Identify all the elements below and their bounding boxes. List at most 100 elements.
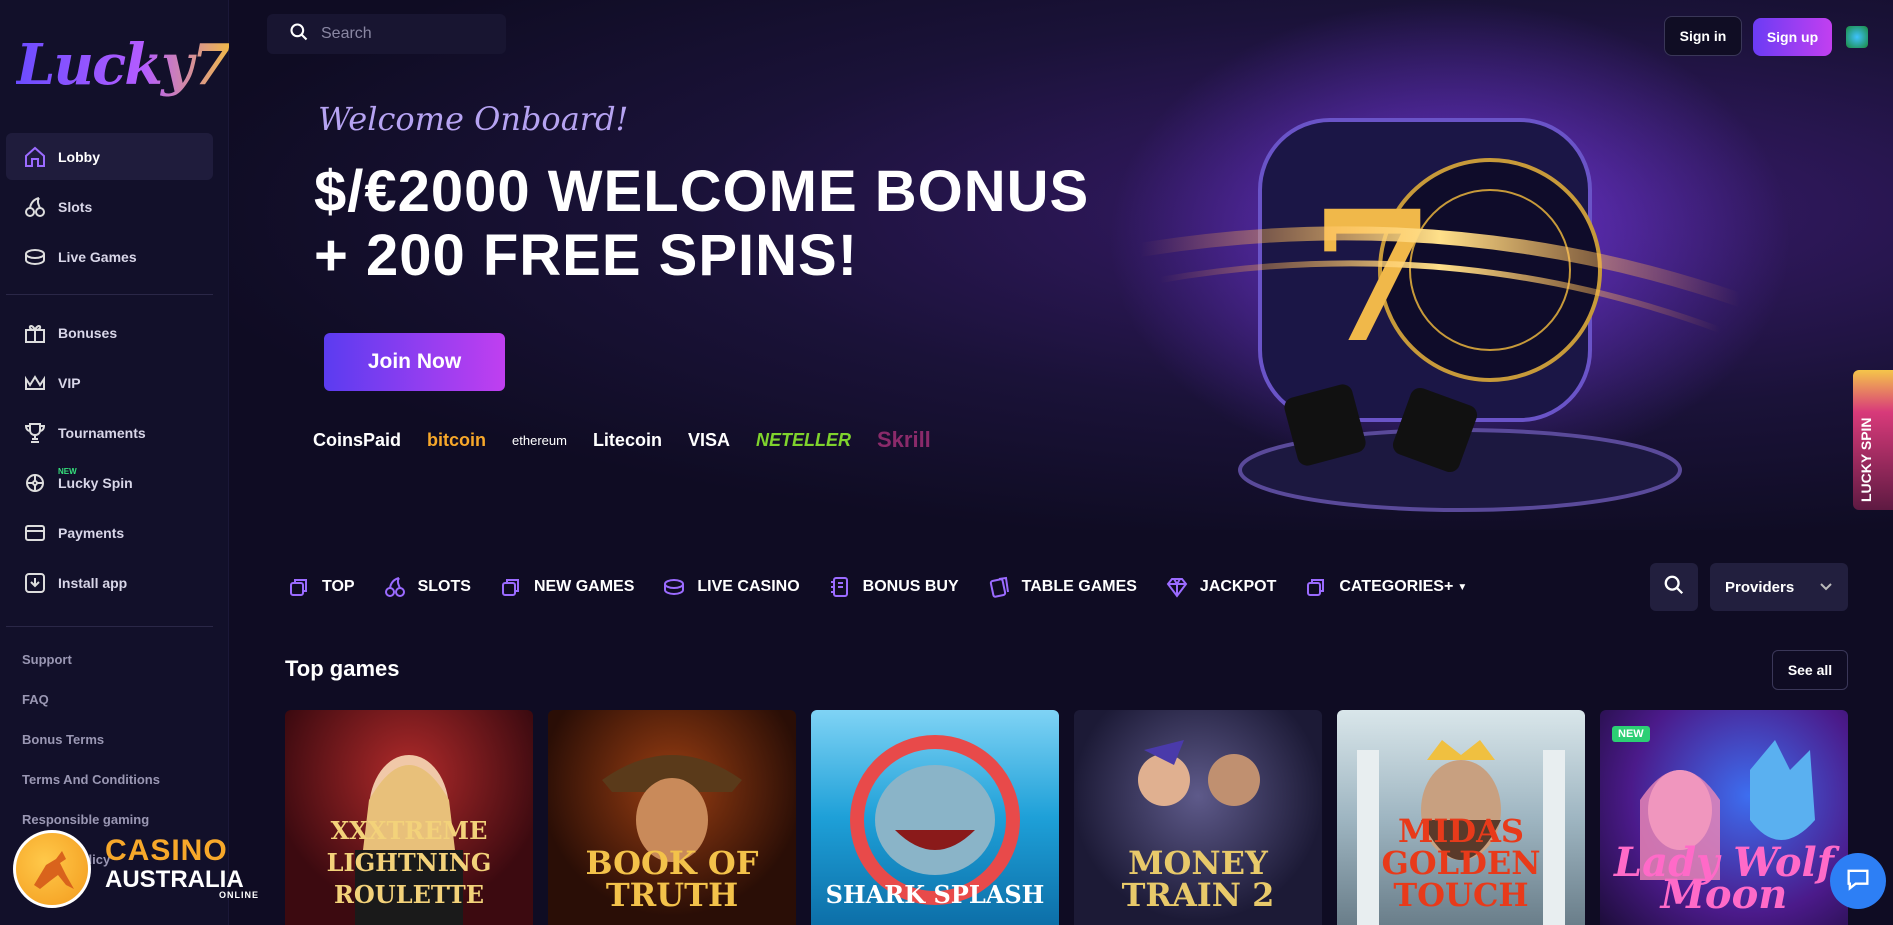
svg-text:7: 7 <box>1310 172 1435 383</box>
game-search-button[interactable] <box>1650 563 1698 611</box>
language-globe-icon[interactable] <box>1846 26 1868 48</box>
tab-live-casino[interactable]: LIVE CASINO <box>661 574 800 600</box>
crown-icon <box>22 370 48 396</box>
hero-title-line2: + 200 FREE SPINS! <box>314 223 859 288</box>
ethereum-logo: ethereum <box>512 432 567 448</box>
cards-icon <box>986 574 1012 600</box>
sidebar-item-label: Slots <box>58 198 93 215</box>
see-all-button[interactable]: See all <box>1772 650 1848 690</box>
sidebar-item-lobby[interactable]: Lobby <box>6 133 213 180</box>
terms-link[interactable]: Terms And Conditions <box>22 768 160 808</box>
sidebar-item-label: Payments <box>58 524 125 541</box>
lucky-spin-tab[interactable]: LUCKY SPIN <box>1853 370 1893 510</box>
game-title: BOOK OF TRUTH <box>585 844 759 914</box>
sidebar: Lucky7 Lobby Slots Live Games Bonuses VI… <box>0 0 230 925</box>
sidebar-item-label: VIP <box>58 374 81 391</box>
tab-label: TOP <box>322 578 355 595</box>
tab-table-games[interactable]: TABLE GAMES <box>986 574 1137 600</box>
gift-icon <box>22 320 48 346</box>
sidebar-item-install-app[interactable]: Install app <box>6 559 213 606</box>
chat-icon <box>1844 865 1872 898</box>
bonus-buy-icon <box>827 574 853 600</box>
kangaroo-logo-icon <box>13 830 91 908</box>
tab-new-games[interactable]: NEW GAMES <box>498 574 634 600</box>
bitcoin-logo: bitcoin <box>427 429 487 450</box>
sidebar-item-label: Live Games <box>58 248 137 265</box>
faq-link[interactable]: FAQ <box>22 688 160 728</box>
slot-machine-illustration: 7 <box>1110 0 1790 512</box>
tab-categories[interactable]: CATEGORIES+ ▼ <box>1303 574 1467 600</box>
bonus-terms-link[interactable]: Bonus Terms <box>22 728 160 768</box>
sidebar-item-vip[interactable]: VIP <box>6 359 213 406</box>
join-now-button[interactable]: Join Now <box>324 333 505 391</box>
sign-up-button[interactable]: Sign up <box>1753 18 1832 56</box>
chevron-down-icon <box>1820 580 1848 594</box>
game-title: SHARK SPLASH <box>825 880 1045 909</box>
lucky-spin-tab-label: LUCKY SPIN <box>1858 417 1874 502</box>
cherries-icon <box>22 194 48 220</box>
sidebar-item-bonuses[interactable]: Bonuses <box>6 309 213 356</box>
tab-label: NEW GAMES <box>533 578 635 595</box>
coinspaid-logo: CoinsPaid <box>313 429 402 450</box>
new-badge: NEW <box>58 467 77 476</box>
sidebar-item-tournaments[interactable]: Tournaments <box>6 409 213 456</box>
hero-title: $/€2000 WELCOME BONUS + 200 FREE SPINS! <box>314 160 1089 288</box>
live-chat-button[interactable] <box>1830 853 1886 909</box>
sidebar-item-live-games[interactable]: Live Games <box>6 233 213 280</box>
sidebar-item-slots[interactable]: Slots <box>6 183 213 230</box>
tab-label: SLOTS <box>417 578 471 595</box>
top-games-title: Top games <box>285 656 400 681</box>
game-tile[interactable]: NEW Lady Wolf Moon <box>1600 710 1848 925</box>
neteller-logo: NETELLER <box>755 429 851 450</box>
search-bar[interactable] <box>267 14 506 54</box>
watermark-line3: ONLINE <box>219 890 260 900</box>
game-tile[interactable]: MIDAS GOLDEN TOUCH <box>1337 710 1585 925</box>
sidebar-divider <box>6 294 213 295</box>
game-title: Lady Wolf Moon <box>1614 839 1834 918</box>
hero-title-line1: $/€2000 WELCOME BONUS <box>314 159 1090 224</box>
sidebar-item-payments[interactable]: Payments <box>6 509 213 556</box>
home-icon <box>22 144 48 170</box>
live-games-icon <box>22 244 48 270</box>
tab-top[interactable]: TOP <box>286 574 355 600</box>
game-tile[interactable]: XXXTREME LIGHTNING ROULETTE <box>285 710 533 925</box>
new-badge: NEW <box>1612 726 1650 742</box>
categories-icon <box>1303 574 1329 600</box>
sign-in-button[interactable]: Sign in <box>1664 16 1742 56</box>
sidebar-divider <box>6 626 213 627</box>
search-input[interactable] <box>321 25 491 43</box>
hero-welcome-text: Welcome Onboard! <box>318 100 629 138</box>
tab-label: JACKPOT <box>1199 578 1277 595</box>
tab-label: BONUS BUY <box>862 578 959 595</box>
sidebar-item-label: Lucky Spin <box>58 474 133 491</box>
litecoin-logo: Litecoin <box>592 429 662 450</box>
tab-slots[interactable]: SLOTS <box>382 574 471 600</box>
card-icon <box>22 520 48 546</box>
sidebar-item-label: Install app <box>58 574 128 591</box>
sidebar-secondary-nav: Bonuses VIP Tournaments NEW Lucky Spin P… <box>6 309 213 609</box>
tab-bonus-buy[interactable]: BONUS BUY <box>827 574 959 600</box>
tab-jackpot[interactable]: JACKPOT <box>1164 574 1276 600</box>
sidebar-item-label: Bonuses <box>58 324 118 341</box>
skrill-logo: Skrill <box>876 427 931 452</box>
visa-logo: VISA <box>687 429 730 450</box>
diamond-icon <box>1164 574 1190 600</box>
lucky7-logo[interactable]: Lucky7 <box>12 14 230 110</box>
providers-dropdown[interactable]: Providers <box>1710 563 1848 611</box>
chevron-down-icon: ▼ <box>1457 581 1468 593</box>
search-icon <box>1663 574 1685 601</box>
game-tile[interactable]: BOOK OF TRUTH <box>548 710 796 925</box>
category-bar: TOP SLOTS NEW GAMES LIVE CASINO BONUS BU… <box>286 570 1494 604</box>
payment-methods: CoinsPaid bitcoin ethereum Litecoin VISA… <box>313 425 957 455</box>
top-icon <box>286 574 312 600</box>
logo-text: Lucky7 <box>16 32 230 98</box>
game-tile[interactable]: SHARK SPLASH <box>811 710 1059 925</box>
download-icon <box>22 570 48 596</box>
search-icon <box>289 22 309 47</box>
tab-label: CATEGORIES+ <box>1339 578 1454 595</box>
support-link[interactable]: Support <box>22 648 160 688</box>
game-tile[interactable]: MONEY TRAIN 2 <box>1074 710 1322 925</box>
game-title: MIDAS GOLDEN TOUCH <box>1381 812 1541 914</box>
sidebar-item-lucky-spin[interactable]: NEW Lucky Spin <box>6 459 213 506</box>
cherries-icon <box>382 574 408 600</box>
